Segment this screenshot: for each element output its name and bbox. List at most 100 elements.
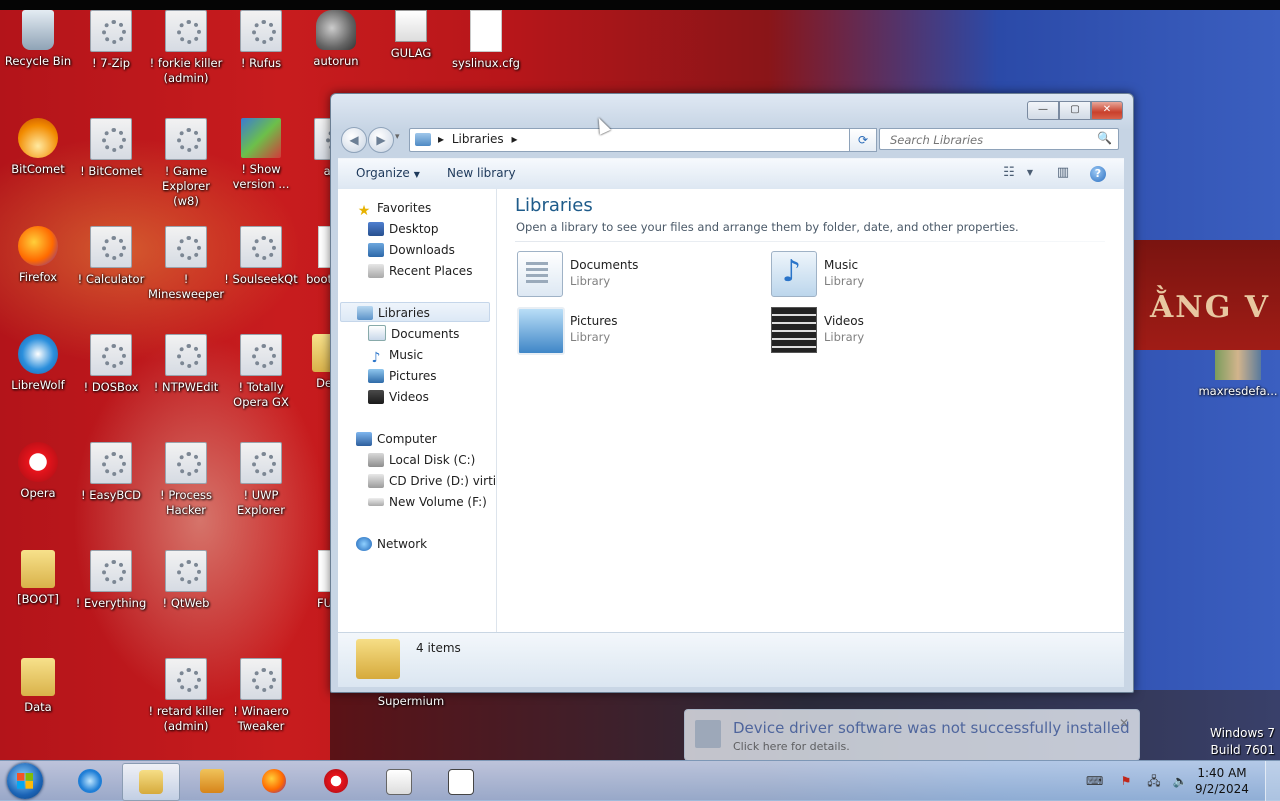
desktop-icon-autorun[interactable]: autorun bbox=[298, 10, 374, 69]
library-item-videos[interactable]: Videos Library bbox=[771, 307, 1001, 355]
desktop-icon-show-version[interactable]: ! Show version ... bbox=[223, 118, 299, 192]
desktop-icon-qtweb[interactable]: ! QtWeb bbox=[148, 550, 224, 611]
desktop-icon-rufus[interactable]: ! Rufus bbox=[223, 10, 299, 71]
desktop-icon-everything[interactable]: ! Everything bbox=[73, 550, 149, 611]
nav-desktop[interactable]: Desktop bbox=[368, 219, 439, 239]
nav-libraries[interactable]: Libraries bbox=[340, 302, 490, 322]
notification-subtitle[interactable]: Click here for details. bbox=[733, 740, 850, 753]
desktop-icon-fu[interactable]: FU bbox=[298, 550, 332, 611]
nav-videos[interactable]: Videos bbox=[368, 387, 429, 407]
network-icon[interactable]: 🖧 bbox=[1146, 773, 1162, 789]
banner-text: ẰNG V bbox=[1150, 290, 1271, 325]
desktop-icon-ntpwedit[interactable]: ! NTPWEdit bbox=[148, 334, 224, 395]
desktop-icon-opera-gx[interactable]: ! Totally Opera GX bbox=[223, 334, 299, 410]
desktop-icon-dosbox[interactable]: ! DOSBox bbox=[73, 334, 149, 395]
desktop-icon-opera[interactable]: Opera bbox=[0, 442, 76, 501]
taskbar-opera[interactable] bbox=[308, 763, 364, 799]
nav-music[interactable]: ♪ Music bbox=[368, 345, 424, 366]
refresh-button[interactable]: ⟳ bbox=[849, 128, 877, 152]
nav-downloads[interactable]: Downloads bbox=[368, 240, 455, 260]
notification-close-button[interactable]: ✕ bbox=[1119, 716, 1129, 730]
breadcrumb-separator[interactable]: ▸ bbox=[438, 132, 444, 146]
nav-network[interactable]: Network bbox=[356, 534, 427, 554]
help-icon[interactable]: ? bbox=[1090, 166, 1106, 182]
taskbar-registry-editor[interactable] bbox=[370, 763, 426, 799]
back-button[interactable]: ◀ bbox=[341, 127, 367, 153]
search-box[interactable]: 🔍 bbox=[879, 128, 1119, 150]
notification-balloon[interactable]: Device driver software was not successfu… bbox=[684, 709, 1140, 761]
desktop-icon-data[interactable]: Data bbox=[0, 658, 76, 715]
action-center-flag-icon[interactable]: ⚑ bbox=[1118, 773, 1134, 789]
taskbar-firefox[interactable] bbox=[246, 763, 302, 799]
desktop-icon-uwp-explorer[interactable]: ! UWP Explorer bbox=[223, 442, 299, 518]
desktop-icon-soulseekqt[interactable]: ! SoulseekQt bbox=[223, 226, 299, 287]
breadcrumb-libraries[interactable]: Libraries bbox=[452, 132, 504, 146]
taskbar-internet-explorer[interactable] bbox=[62, 763, 118, 799]
clock[interactable]: 1:40 AM 9/2/2024 bbox=[1192, 765, 1252, 797]
maximize-button[interactable]: ▢ bbox=[1059, 101, 1091, 120]
close-button[interactable]: ✕ bbox=[1091, 101, 1123, 120]
library-item-music[interactable]: Music Library bbox=[771, 251, 1001, 299]
search-icon[interactable]: 🔍 bbox=[1097, 131, 1112, 145]
desktop-icon-bitcomet-exe[interactable]: ! BitComet bbox=[73, 118, 149, 179]
desktop-icon-winaero-tweaker[interactable]: ! Winaero Tweaker bbox=[223, 658, 299, 734]
taskbar-windows-explorer[interactable] bbox=[122, 763, 180, 801]
desktop-icon-recycle-bin[interactable]: Recycle Bin bbox=[0, 10, 76, 69]
change-view-icon[interactable]: ☷ bbox=[1000, 165, 1018, 181]
icon-label: ! Minesweeper bbox=[148, 272, 225, 301]
organize-button[interactable]: Organize ▼ bbox=[356, 166, 420, 180]
library-item-pictures[interactable]: Pictures Library bbox=[517, 307, 747, 355]
desktop-icon-7zip[interactable]: ! 7-Zip bbox=[73, 10, 149, 71]
breadcrumb-separator[interactable]: ▸ bbox=[512, 132, 518, 146]
taskbar-media-player[interactable] bbox=[184, 763, 240, 799]
desktop-icon-game-explorer[interactable]: ! Game Explorer (w8) bbox=[148, 118, 224, 209]
desktop-icon-de[interactable]: De bbox=[298, 334, 332, 391]
desktop-icon-boot[interactable]: [BOOT] bbox=[0, 550, 76, 607]
show-desktop-button[interactable] bbox=[1265, 761, 1280, 801]
explorer-window[interactable]: — ▢ ✕ ◀ ▶ ▾ ▸ Libraries ▸ ▼ ⟳ 🔍 Organize… bbox=[330, 93, 1134, 693]
view-options-dropdown[interactable]: ▼ bbox=[1021, 165, 1039, 181]
notification-title[interactable]: Device driver software was not successfu… bbox=[733, 719, 1130, 737]
desktop-icon-process-hacker[interactable]: ! Process Hacker bbox=[148, 442, 224, 518]
icon-label: Supermium bbox=[377, 694, 445, 708]
pictures-library-icon bbox=[517, 307, 565, 355]
desktop-icon-calculator[interactable]: ! Calculator bbox=[73, 226, 149, 287]
desktop-icon-bitcomet[interactable]: BitComet bbox=[0, 118, 76, 177]
breadcrumb[interactable]: ▸ Libraries ▸ bbox=[438, 132, 518, 146]
desktop-icon-boot-file[interactable]: boot bbox=[298, 226, 332, 287]
desktop-icon-retard-killer[interactable]: ! retard killer (admin) bbox=[148, 658, 224, 734]
nav-pictures[interactable]: Pictures bbox=[368, 366, 437, 386]
nav-computer[interactable]: Computer bbox=[356, 429, 437, 449]
keyboard-icon[interactable]: ⌨ bbox=[1086, 773, 1103, 789]
minimize-button[interactable]: — bbox=[1027, 101, 1059, 120]
nav-new-volume[interactable]: New Volume (F:) bbox=[368, 492, 487, 512]
taskbar-folder[interactable] bbox=[432, 763, 488, 799]
desktop-icon-firefox[interactable]: Firefox bbox=[0, 226, 76, 285]
nav-recent-places[interactable]: Recent Places bbox=[368, 261, 472, 281]
preview-pane-icon[interactable]: ▥ bbox=[1054, 165, 1072, 181]
desktop-icon-easybcd[interactable]: ! EasyBCD bbox=[73, 442, 149, 503]
search-input[interactable] bbox=[888, 132, 1092, 148]
library-item-documents[interactable]: Documents Library bbox=[517, 251, 747, 299]
nav-favorites[interactable]: ★ Favorites bbox=[356, 198, 432, 219]
volume-muted-icon[interactable]: 🔈 bbox=[1172, 773, 1188, 789]
desktop-icon-gulag[interactable]: GULAG bbox=[373, 10, 449, 61]
libraries-icon bbox=[357, 306, 373, 320]
nav-cd-drive[interactable]: CD Drive (D:) virtio-w bbox=[368, 471, 496, 491]
start-button[interactable] bbox=[7, 763, 43, 799]
page-subtitle: Open a library to see your files and arr… bbox=[516, 220, 1019, 234]
navigation-pane[interactable]: ★ Favorites Desktop Downloads Recent Plac… bbox=[338, 189, 497, 632]
recent-pages-dropdown[interactable]: ▾ bbox=[395, 132, 400, 142]
nav-documents[interactable]: Documents bbox=[368, 324, 459, 344]
nav-label: Desktop bbox=[389, 222, 439, 236]
forward-button[interactable]: ▶ bbox=[368, 127, 394, 153]
desktop-icon-syslinux-cfg[interactable]: syslinux.cfg bbox=[448, 10, 524, 71]
desktop-icon-forkie-killer[interactable]: ! forkie killer (admin) bbox=[148, 10, 224, 86]
nav-local-disk[interactable]: Local Disk (C:) bbox=[368, 450, 475, 470]
executable-icon bbox=[165, 334, 207, 376]
new-library-button[interactable]: New library bbox=[447, 166, 516, 180]
desktop-icon-minesweeper[interactable]: ! Minesweeper bbox=[148, 226, 224, 302]
desktop-icon-maxresdefault[interactable]: maxresdefa... bbox=[1198, 350, 1278, 399]
address-bar[interactable]: ▸ Libraries ▸ ▼ bbox=[409, 128, 877, 152]
desktop-icon-librewolf[interactable]: LibreWolf bbox=[0, 334, 76, 393]
